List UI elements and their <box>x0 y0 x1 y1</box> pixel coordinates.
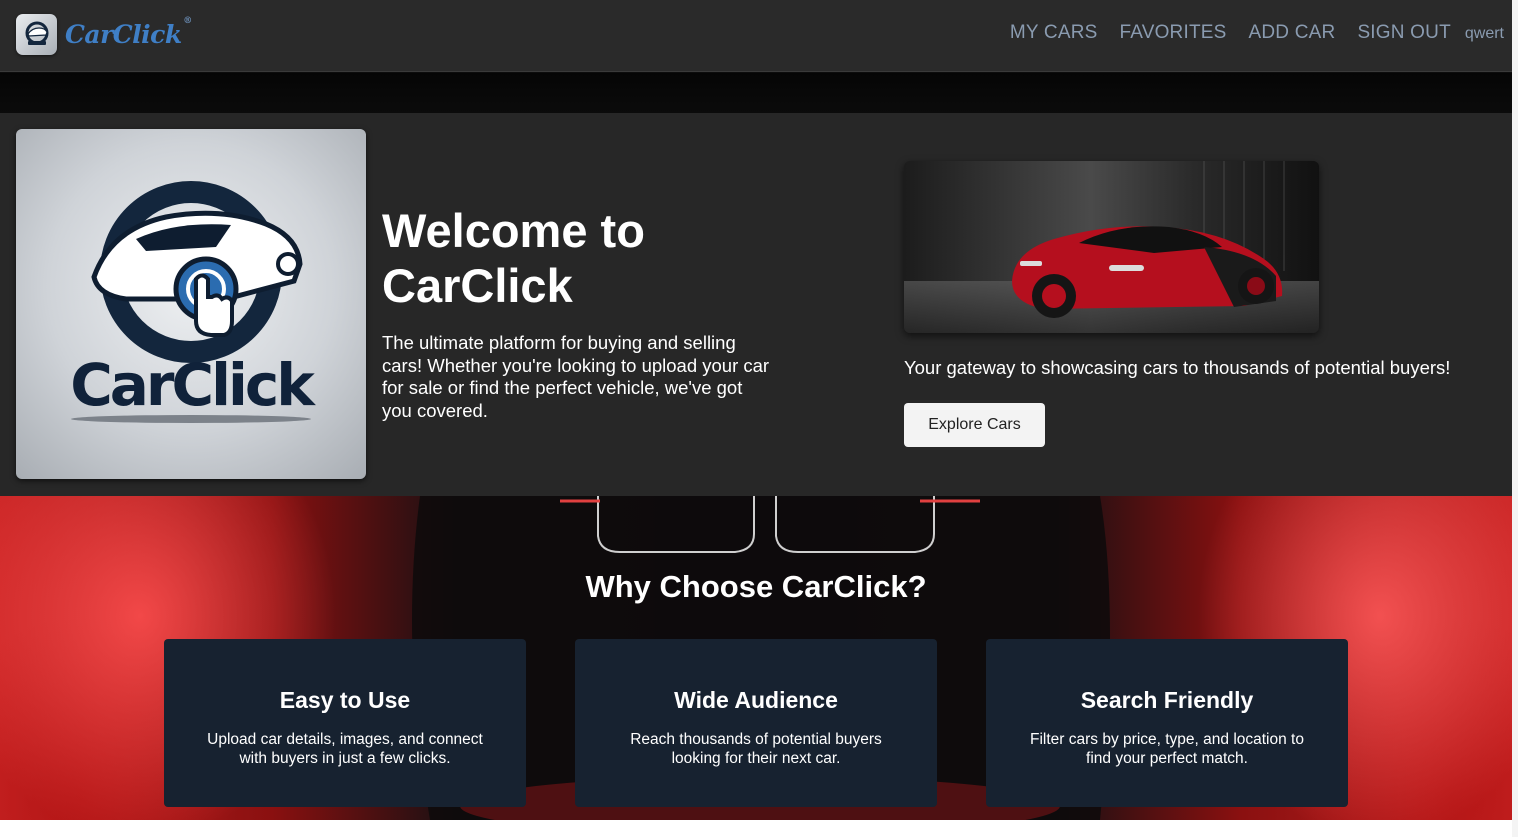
feature-text: Reach thousands of potential buyers look… <box>630 731 882 767</box>
nav-links: MY CARS FAVORITES ADD CAR SIGN OUT qwert <box>1010 22 1504 44</box>
username: qwert <box>1464 25 1504 42</box>
nav-favorites[interactable]: FAVORITES <box>1119 22 1226 44</box>
feature-text: Filter cars by price, type, and location… <box>1030 731 1304 767</box>
nav-my-cars[interactable]: MY CARS <box>1010 22 1098 44</box>
feature-text: Upload car details, images, and connect … <box>207 731 483 767</box>
car-photo <box>904 161 1319 333</box>
feature-title: Search Friendly <box>1080 687 1254 713</box>
carclick-logo-icon <box>71 181 311 423</box>
why-section: Why Choose CarClick? Easy to Use Upload … <box>0 496 1512 820</box>
carclick-logo-icon <box>16 14 57 55</box>
window-edge <box>1512 0 1518 837</box>
navbar: CarClick ® MY CARS FAVORITES ADD CAR SIG… <box>0 0 1512 72</box>
why-title: Why Choose CarClick? <box>585 569 927 604</box>
registered-mark: ® <box>183 16 192 26</box>
brand-name-text: CarClick <box>65 20 182 49</box>
gateway-text: Your gateway to showcasing cars to thous… <box>904 357 1451 378</box>
hero-description: The ultimate platform for buying and sel… <box>382 332 770 421</box>
feature-card-search: Search Friendly Filter cars by price, ty… <box>986 639 1348 807</box>
explore-cars-button[interactable]: Explore Cars <box>904 403 1045 447</box>
feature-title: Wide Audience <box>674 687 838 713</box>
page: CarClick ® MY CARS FAVORITES ADD CAR SIG… <box>0 0 1512 820</box>
hero-logo-image: CarClick <box>16 129 366 479</box>
header-strip <box>0 73 1512 113</box>
nav-sign-out[interactable]: SIGN OUT <box>1357 22 1450 44</box>
nav-add-car[interactable]: ADD CAR <box>1249 22 1336 44</box>
feature-title: Easy to Use <box>279 687 411 713</box>
feature-card-easy: Easy to Use Upload car details, images, … <box>164 639 526 807</box>
feature-card-audience: Wide Audience Reach thousands of potenti… <box>575 639 937 807</box>
hero-logo-text: CarClick <box>70 351 315 419</box>
brand-name: CarClick ® <box>65 16 192 49</box>
brand[interactable]: CarClick ® <box>16 14 192 55</box>
hero-title: Welcome to CarClick <box>382 204 645 312</box>
hero-section: CarClick Welcome to CarClick The ultimat… <box>0 113 1512 496</box>
